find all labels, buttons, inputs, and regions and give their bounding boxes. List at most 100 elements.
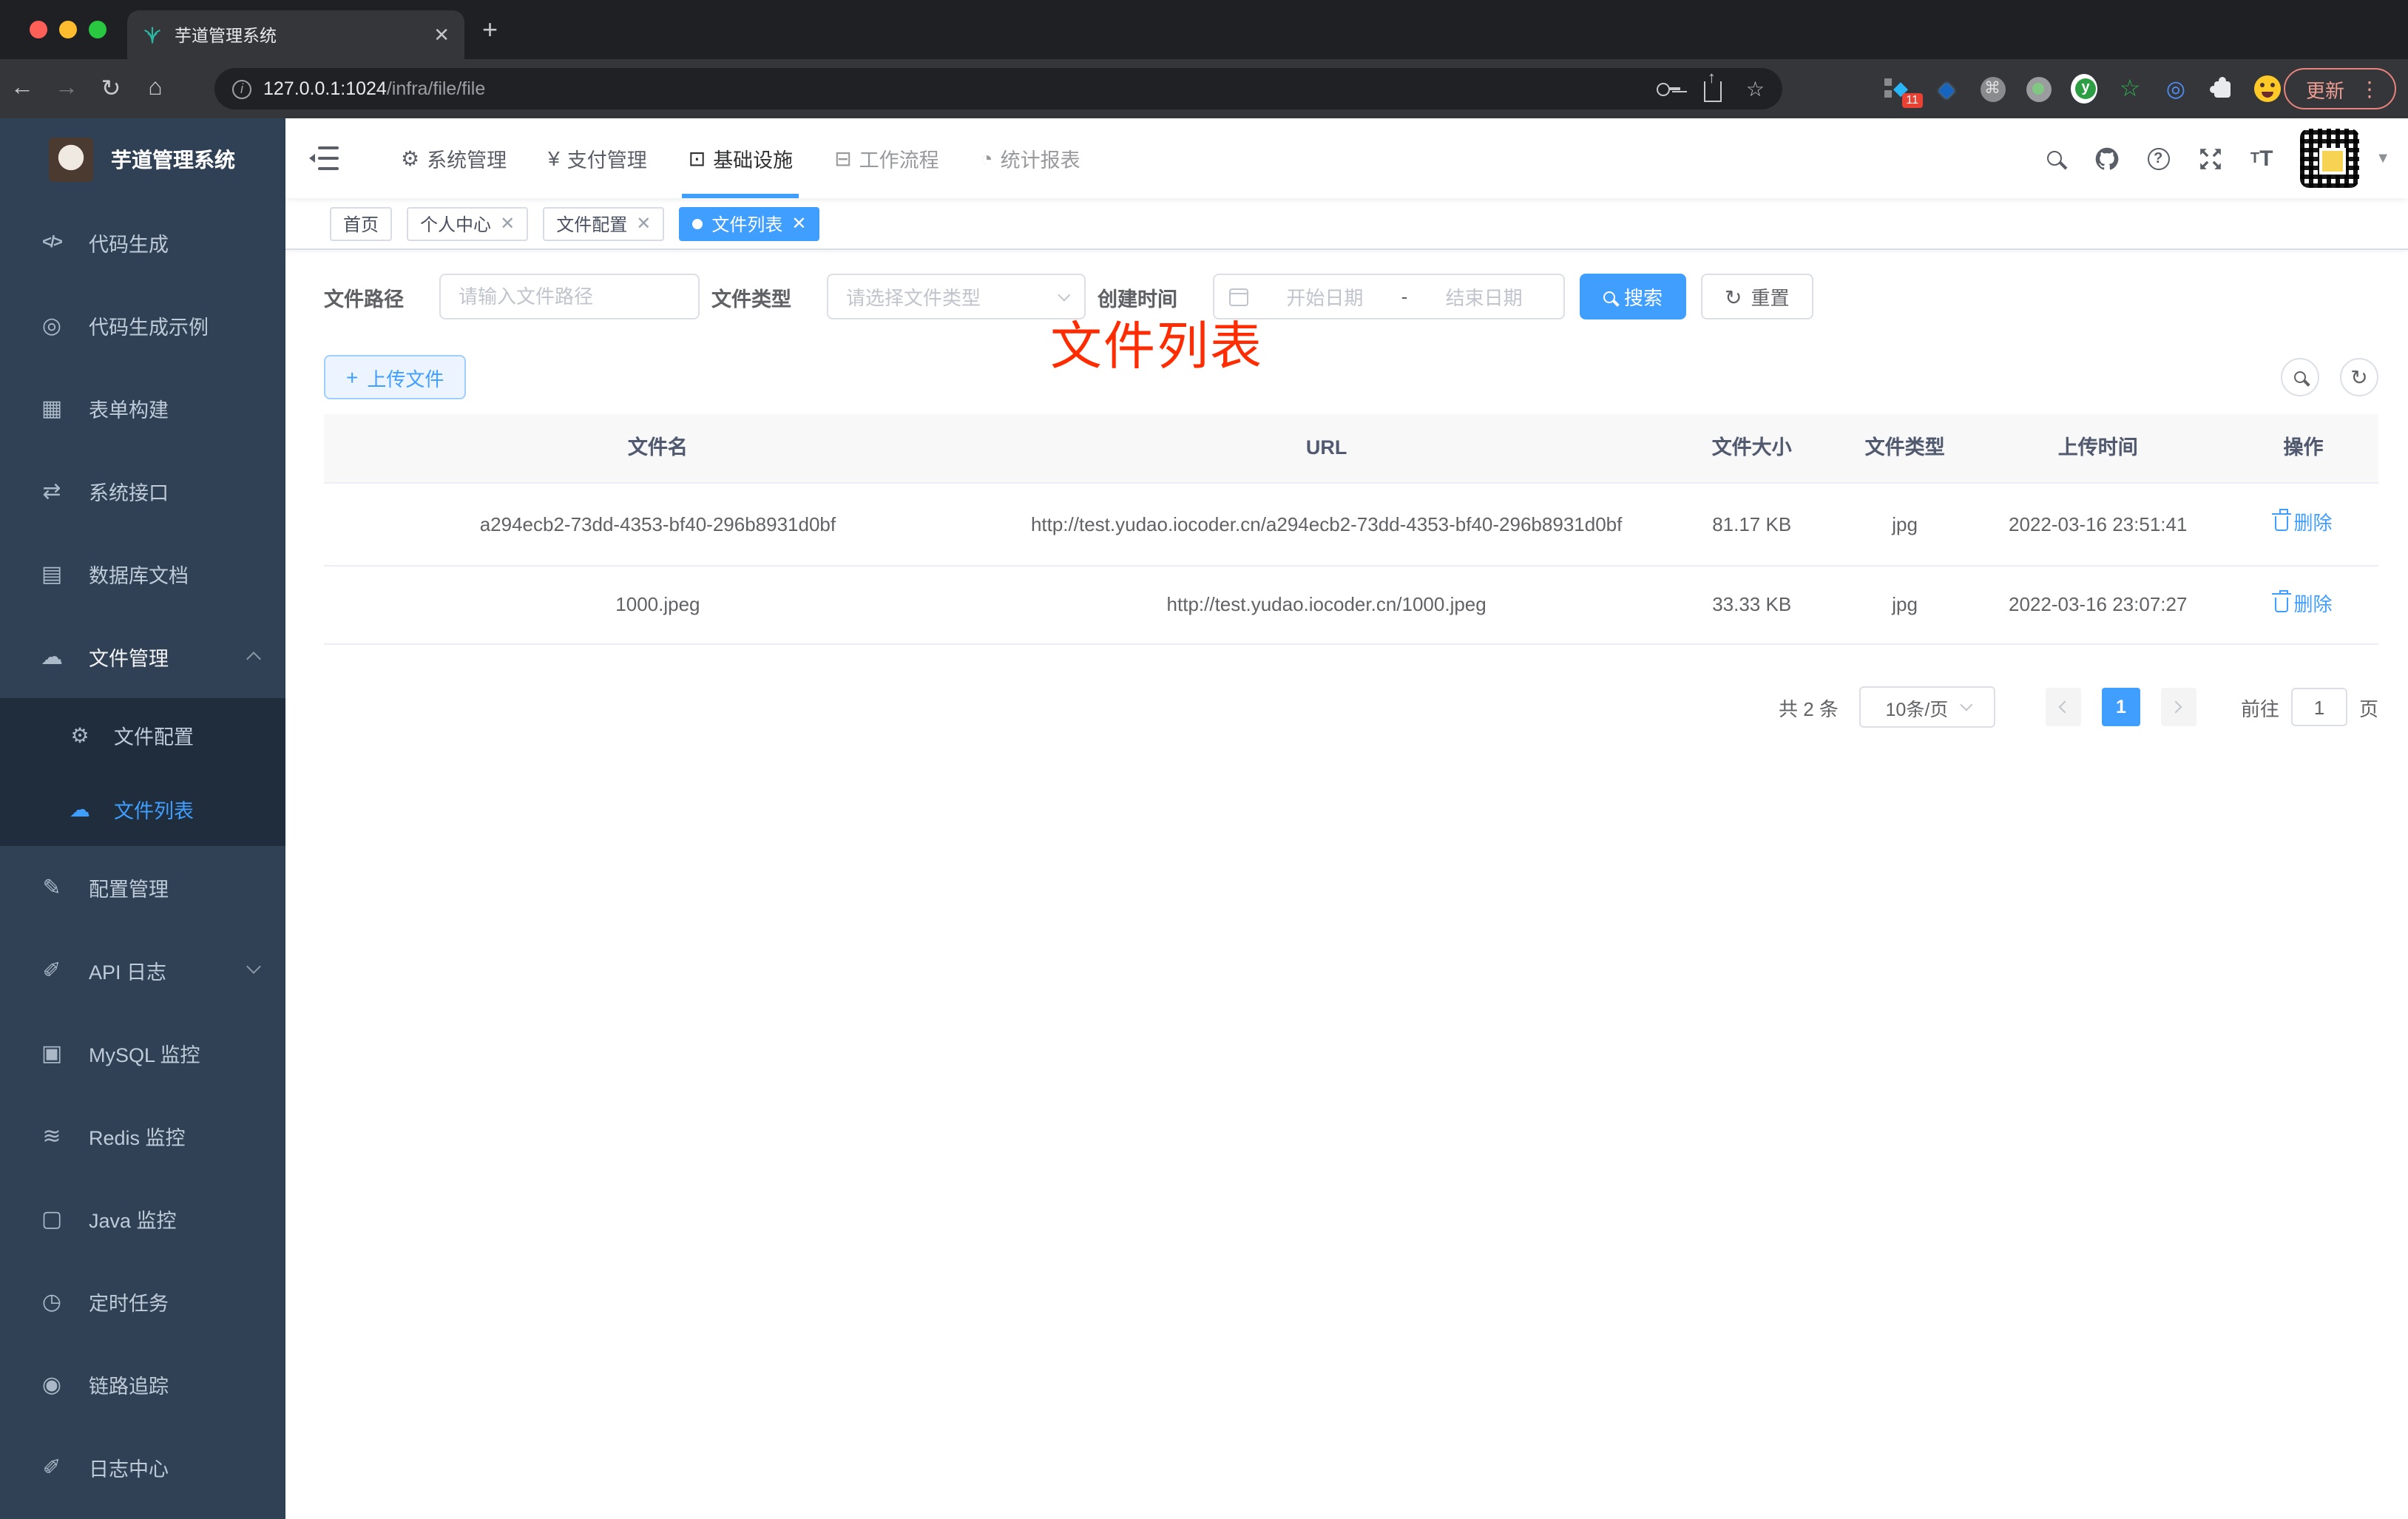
- sliders-icon: ⇄: [42, 479, 61, 504]
- share-icon[interactable]: [1704, 69, 1722, 101]
- sidebar-item-file-config[interactable]: ⚙ 文件配置: [0, 698, 285, 772]
- delete-button[interactable]: 删除: [2271, 507, 2333, 540]
- file-type-select[interactable]: 请选择文件类型: [827, 274, 1086, 319]
- fullscreen-icon[interactable]: [2196, 145, 2223, 172]
- sidebar-item-system-api[interactable]: ⇄ 系统接口: [0, 450, 285, 532]
- goto-label: 前往: [2240, 697, 2279, 720]
- sidebar-item-config-management[interactable]: ✎ 配置管理: [0, 846, 285, 929]
- sidebar-item-api-log[interactable]: ✐ API 日志: [0, 929, 285, 1012]
- close-icon[interactable]: ✕: [636, 214, 651, 232]
- sidebar-item-log-center[interactable]: ✐ 日志中心: [0, 1426, 285, 1509]
- search-button[interactable]: 搜索: [1580, 274, 1687, 319]
- pagination-total: 共 2 条: [1779, 697, 1839, 720]
- top-nav-infrastructure[interactable]: ⊡ 基础设施: [668, 118, 814, 198]
- sidebar-item-db-doc[interactable]: ▤ 数据库文档: [0, 532, 285, 615]
- github-icon[interactable]: [2093, 145, 2120, 172]
- date-range-picker[interactable]: 开始日期 - 结束日期: [1213, 274, 1565, 319]
- forward-icon[interactable]: →: [44, 75, 89, 102]
- extension-badge: 11: [1901, 93, 1923, 108]
- sidebar-item-form-builder[interactable]: ▦ 表单构建: [0, 367, 285, 450]
- close-icon[interactable]: ✕: [791, 214, 806, 232]
- sidebar-item-code-example[interactable]: ◎ 代码生成示例: [0, 284, 285, 367]
- sidebar-item-java-monitor[interactable]: ▢ Java 监控: [0, 1177, 285, 1260]
- profile-emoji-icon[interactable]: [2254, 75, 2281, 102]
- tag-profile[interactable]: 个人中心 ✕: [407, 206, 529, 240]
- screen: 芋道管理系统 ✕ + ← → ↻ ⌂ i 127.0.0.1:1024 /inf…: [0, 0, 2408, 1519]
- extension-y-icon[interactable]: [2071, 74, 2097, 104]
- monitor-check-icon: ⊡: [688, 146, 706, 169]
- app-logo[interactable]: 芋道管理系统: [0, 118, 285, 201]
- sidebar-item-redis-monitor[interactable]: ≋ Redis 监控: [0, 1095, 285, 1177]
- end-date-placeholder[interactable]: 结束日期: [1419, 283, 1549, 311]
- header-search-icon[interactable]: [2041, 145, 2068, 172]
- extension-gem-icon[interactable]: ◆: [1933, 75, 1960, 102]
- extensions-puzzle-icon[interactable]: [2208, 75, 2235, 102]
- sidebar-item-file-management[interactable]: ☁ 文件管理: [0, 615, 285, 698]
- top-nav-workflow[interactable]: ⊟ 工作流程: [814, 118, 959, 198]
- site-info-icon[interactable]: i: [232, 79, 251, 98]
- collapse-sidebar-icon[interactable]: [309, 146, 339, 170]
- back-icon[interactable]: ←: [0, 75, 44, 102]
- extensions-area: ◆ 11 ◆ ⌘ ☆ ◎: [1887, 59, 2281, 118]
- toggle-search-button[interactable]: [2281, 358, 2319, 396]
- cell-file-size: 33.33 KB: [1712, 593, 1792, 615]
- password-key-icon[interactable]: [1657, 83, 1681, 96]
- top-nav-report[interactable]: ◔ 统计报表: [960, 118, 1101, 198]
- search-icon: [2294, 371, 2306, 383]
- prev-page-button[interactable]: [2045, 688, 2081, 726]
- browser-update-button[interactable]: 更新 ⋮: [2283, 68, 2396, 109]
- app: 芋道管理系统 </> 代码生成 ◎ 代码生成示例 ▦ 表单构建 ⇄ 系统接口 ▤ 数据库文…: [0, 118, 2408, 1519]
- chevron-left-icon: [2059, 700, 2072, 714]
- font-size-icon[interactable]: TT: [2248, 145, 2275, 172]
- close-icon[interactable]: ✕: [500, 214, 515, 232]
- zoom-window-button[interactable]: [89, 21, 106, 38]
- extension-command-icon[interactable]: ⌘: [1979, 75, 2006, 102]
- home-icon[interactable]: ⌂: [133, 75, 177, 102]
- extension-eye-icon[interactable]: ◎: [2162, 75, 2189, 102]
- sidebar-item-scheduled-tasks[interactable]: ◷ 定时任务: [0, 1260, 285, 1343]
- address-bar[interactable]: i 127.0.0.1:1024 /infra/file/file ☆: [214, 68, 1782, 109]
- current-page-button[interactable]: 1: [2101, 688, 2140, 726]
- reset-button[interactable]: ↻ 重置: [1701, 274, 1813, 319]
- chevron-down-icon: [1058, 288, 1071, 301]
- close-window-button[interactable]: [30, 21, 47, 38]
- browser-tab[interactable]: 芋道管理系统 ✕: [127, 10, 464, 59]
- new-tab-button[interactable]: +: [482, 16, 498, 43]
- table-row: 1000.jpeg http://test.yudao.iocoder.cn/1…: [324, 565, 2378, 643]
- tag-file-config[interactable]: 文件配置 ✕: [543, 206, 665, 240]
- sidebar-item-trace[interactable]: ◉ 链路追踪: [0, 1343, 285, 1426]
- start-date-placeholder[interactable]: 开始日期: [1260, 283, 1390, 311]
- top-nav-system[interactable]: ⚙ 系统管理: [380, 118, 527, 198]
- chevron-up-icon: [246, 652, 261, 666]
- site-favicon-icon: [144, 26, 160, 43]
- browser-menu-icon[interactable]: ⋮: [2359, 76, 2380, 101]
- bookmark-star-icon[interactable]: ☆: [1746, 76, 1765, 101]
- cell-upload-time: 2022-03-16 23:51:41: [2009, 512, 2188, 535]
- page-size-select[interactable]: 10条/页: [1859, 686, 1995, 728]
- tag-file-list[interactable]: 文件列表 ✕: [679, 206, 820, 240]
- goto-page-input[interactable]: [2290, 688, 2347, 726]
- extension-diamond-icon[interactable]: ◆ 11: [1887, 75, 1923, 108]
- extension-green-dot-icon[interactable]: [2025, 75, 2052, 102]
- main-content: 文件路径 文件类型 请选择文件类型 创建时间 开始日期 - 结束日期 搜索: [285, 250, 2408, 1519]
- help-icon[interactable]: ?: [2145, 145, 2171, 172]
- next-page-button[interactable]: [2160, 688, 2196, 726]
- delete-button[interactable]: 删除: [2271, 588, 2333, 620]
- column-header-type: 文件类型: [1864, 436, 1945, 459]
- sidebar-item-code-generation[interactable]: </> 代码生成: [0, 201, 285, 284]
- extension-star-icon[interactable]: ☆: [2117, 75, 2143, 102]
- eye-icon: ◉: [41, 1373, 62, 1398]
- avatar[interactable]: [2300, 129, 2360, 188]
- minimize-window-button[interactable]: [59, 21, 77, 38]
- avatar-caret-icon[interactable]: ▼: [2375, 150, 2390, 166]
- tab-close-icon[interactable]: ✕: [433, 23, 450, 47]
- refresh-table-button[interactable]: ↻: [2340, 358, 2378, 396]
- top-nav-payment[interactable]: ¥ 支付管理: [527, 118, 668, 198]
- file-path-input[interactable]: [439, 274, 700, 319]
- upload-file-button[interactable]: + 上传文件: [324, 355, 467, 399]
- reload-icon[interactable]: ↻: [89, 74, 133, 104]
- sidebar-item-file-list[interactable]: ☁ 文件列表: [0, 772, 285, 846]
- cell-file-url: http://test.yudao.iocoder.cn/a294ecb2-73…: [1030, 512, 1623, 535]
- tag-home[interactable]: 首页: [330, 206, 393, 240]
- sidebar-item-mysql-monitor[interactable]: ▣ MySQL 监控: [0, 1012, 285, 1095]
